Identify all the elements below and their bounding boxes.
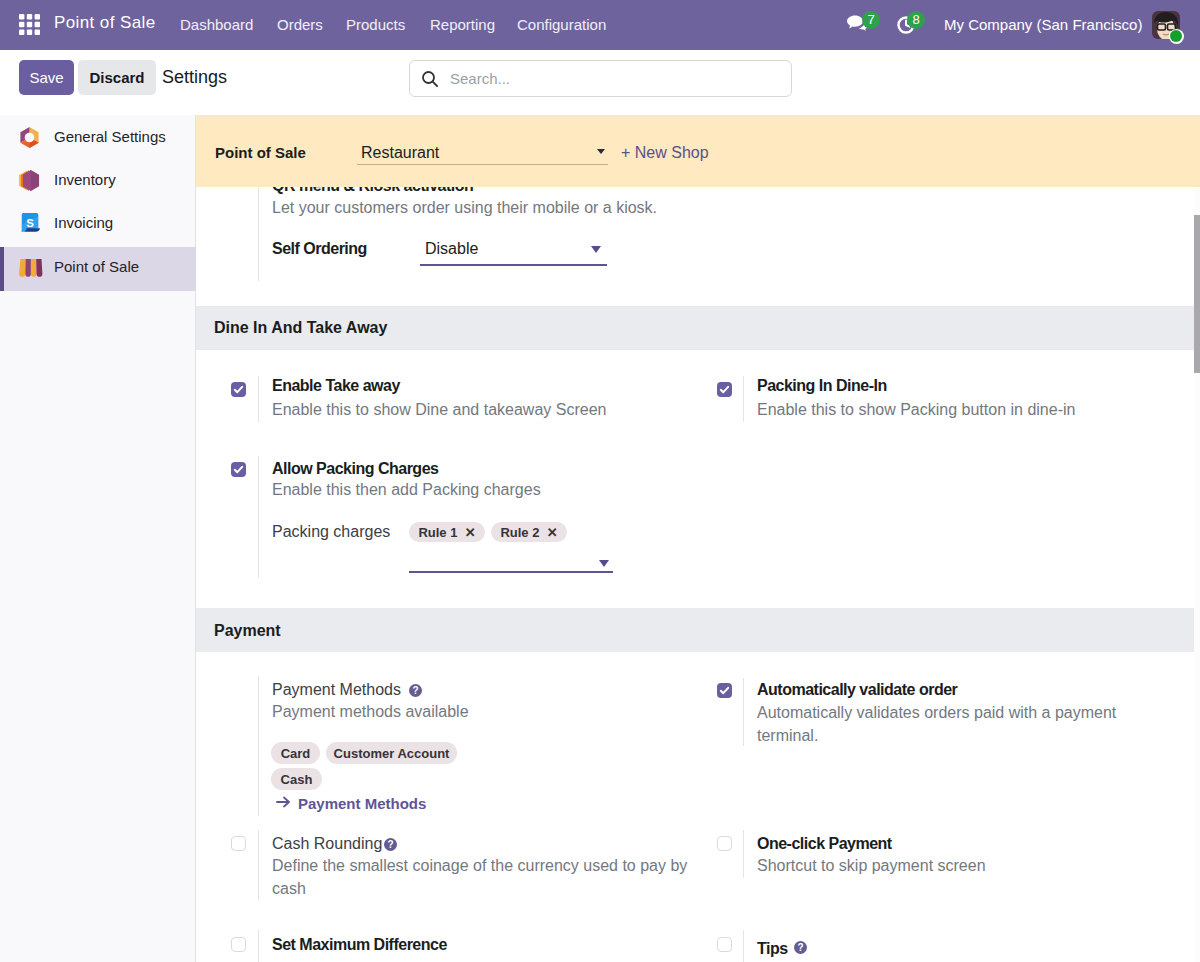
svg-text:S: S: [26, 217, 34, 229]
